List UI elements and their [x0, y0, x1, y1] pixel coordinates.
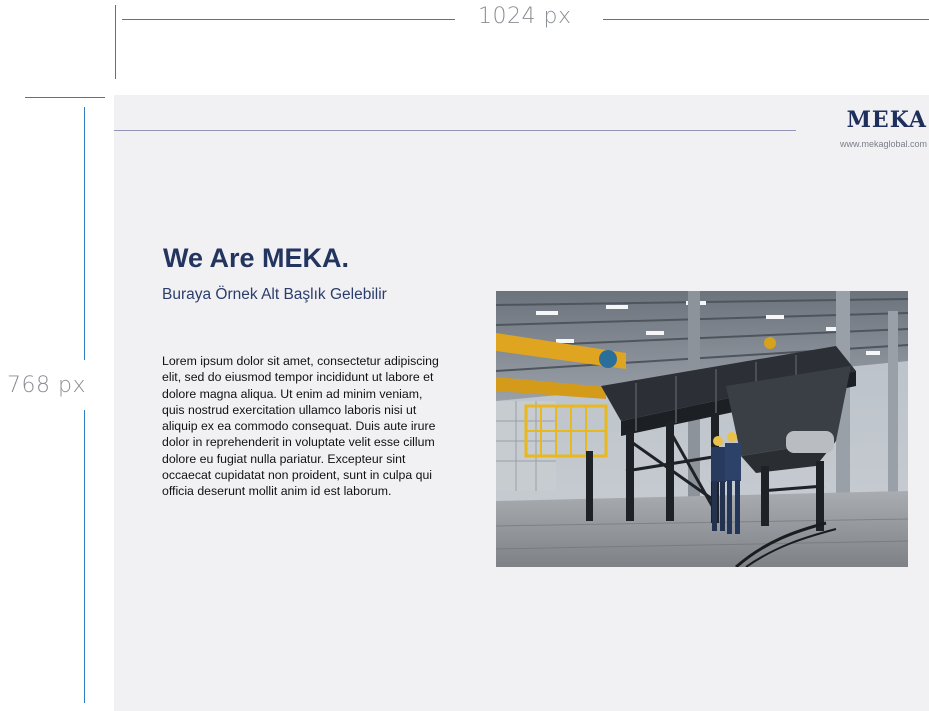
presentation-slide: MEKA www.mekaglobal.com We Are MEKA. Bur…: [114, 95, 929, 711]
meka-logo: MEKA: [846, 107, 927, 133]
slide-body-text: Lorem ipsum dolor sit amet, consectetur …: [162, 354, 439, 499]
width-dimension-line-left: [122, 19, 455, 20]
mockup-canvas: 1024 px 768 px MEKA www.mekaglobal.com W…: [0, 0, 929, 711]
width-dimension-line-right: [603, 19, 929, 20]
height-dimension-line-top: [84, 107, 85, 360]
slide-subtitle: Buraya Örnek Alt Başlık Gelebilir: [162, 286, 387, 303]
width-dimension-label: 1024 px: [478, 4, 572, 29]
width-dimension-tick-left: [115, 5, 116, 79]
header-rule: [114, 130, 796, 131]
slide-title: We Are MEKA.: [163, 243, 350, 273]
height-dimension-tick-top: [25, 97, 105, 98]
factory-machine-photo: [496, 291, 908, 567]
website-url: www.mekaglobal.com: [839, 139, 927, 149]
height-dimension-label: 768 px: [7, 373, 86, 398]
height-dimension-line-bottom: [84, 410, 85, 703]
